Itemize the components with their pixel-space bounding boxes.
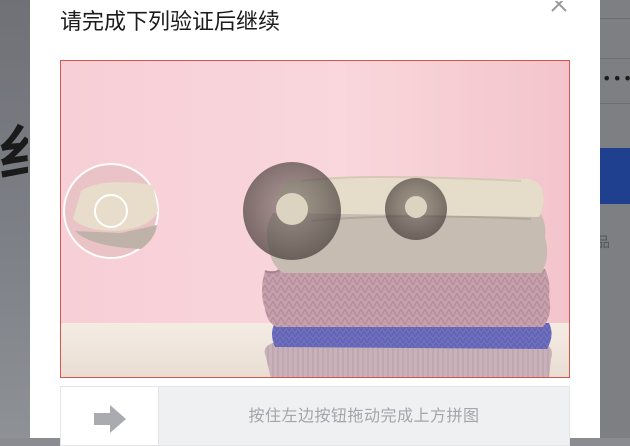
puzzle-image bbox=[60, 60, 570, 378]
background-left-panel bbox=[0, 0, 30, 438]
slider-hint: 按住左边按钮拖动完成上方拼图 bbox=[248, 406, 480, 425]
puzzle-hole-small bbox=[385, 178, 447, 240]
close-icon[interactable] bbox=[548, 0, 570, 14]
verification-modal: 请完成下列验证后继续 按住左边按钮拖动完成上方拼图 bbox=[30, 0, 600, 446]
background-heading-fragment: 纟 bbox=[0, 120, 28, 190]
background-divider bbox=[600, 18, 630, 19]
slider-handle[interactable] bbox=[61, 387, 159, 445]
arrow-right-icon bbox=[93, 405, 126, 433]
puzzle-hole-large bbox=[243, 162, 341, 260]
slider-track: 按住左边按钮拖动完成上方拼图 bbox=[60, 386, 570, 446]
modal-title: 请完成下列验证后继续 bbox=[60, 10, 281, 35]
background-password-mask: •••• bbox=[602, 69, 630, 88]
background-submit-button bbox=[600, 148, 630, 204]
puzzle-piece bbox=[63, 163, 159, 259]
